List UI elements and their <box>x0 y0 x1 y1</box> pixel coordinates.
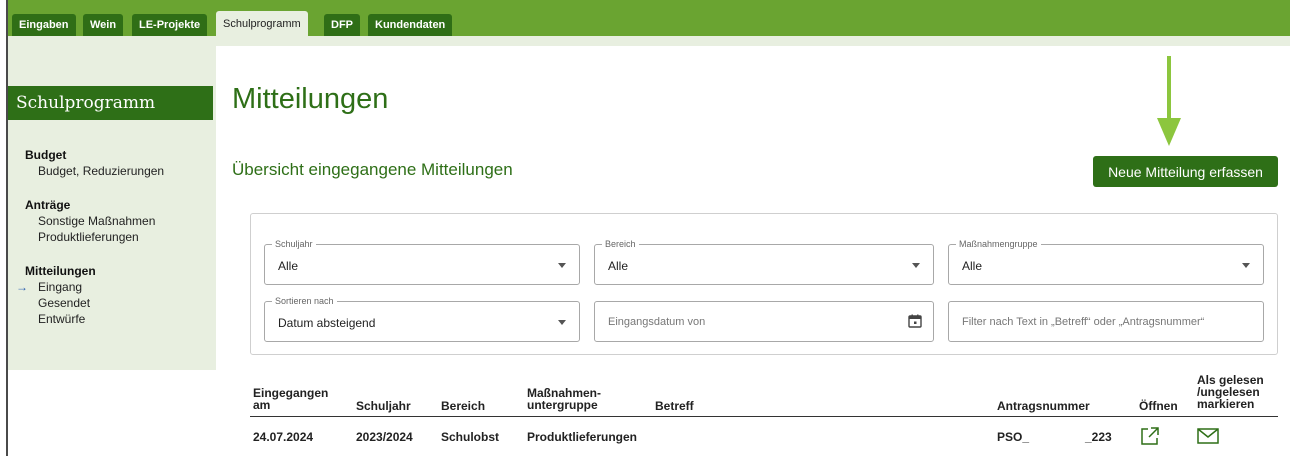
page-title: Mitteilungen <box>232 83 389 115</box>
column-header-gelesen: Als gelesen /ungelesen markieren <box>1197 374 1264 410</box>
bereich-select[interactable]: Bereich Alle <box>594 238 934 285</box>
current-page-arrow-icon: → <box>16 280 28 294</box>
cell-massnahmenuntergruppe: Produktlieferungen <box>527 430 638 444</box>
external-link-icon[interactable] <box>1140 426 1160 446</box>
calendar-icon[interactable] <box>908 314 922 328</box>
sidebar-section-mitteilungen: Mitteilungen <box>25 264 96 278</box>
tab-kundendaten[interactable]: Kundendaten <box>368 14 453 36</box>
chevron-down-icon <box>912 263 920 268</box>
cell-antragsnummer-suffix: _223 <box>1085 430 1112 444</box>
column-header-betreff[interactable]: Betreff <box>655 400 694 412</box>
sidebar-item-eingang[interactable]: → Eingang <box>16 280 83 294</box>
massnahmengruppe-value: Alle <box>962 259 983 273</box>
cell-schuljahr: 2023/2024 <box>356 430 413 444</box>
section-subtitle: Übersicht eingegangene Mitteilungen <box>232 160 513 179</box>
header-line: untergruppe <box>527 398 598 412</box>
sidebar-item-budget-reduzierungen[interactable]: Budget, Reduzierungen <box>38 164 164 178</box>
sidebar-item-sonstige-massnahmen[interactable]: Sonstige Maßnahmen <box>38 214 155 228</box>
sidebar-title: Schulprogramm <box>8 86 213 120</box>
green-down-arrow-icon <box>1157 56 1181 146</box>
schuljahr-select[interactable]: Schuljahr Alle <box>264 238 580 285</box>
chevron-down-icon <box>558 263 566 268</box>
header-line: am <box>253 398 271 412</box>
cell-eingegangen: 24.07.2024 <box>253 430 314 444</box>
tab-dfp[interactable]: DFP <box>324 14 360 36</box>
tab-le-projekte[interactable]: LE-Projekte <box>132 14 208 36</box>
column-header-antragsnummer[interactable]: Antragsnummer <box>997 400 1090 412</box>
column-header-eingegangen[interactable]: Eingegangen am <box>253 387 328 411</box>
column-header-schuljahr[interactable]: Schuljahr <box>356 400 411 412</box>
text-filter-input[interactable]: Filter nach Text in „Betreff“ oder „Antr… <box>948 301 1264 342</box>
bereich-value: Alle <box>608 259 629 273</box>
cell-bereich: Schulobst <box>441 430 500 444</box>
sub-navigation-bar <box>8 36 1290 46</box>
sidebar: Schulprogramm Budget Budget, Reduzierung… <box>8 46 216 370</box>
header-line: markieren <box>1197 397 1255 411</box>
tab-wein[interactable]: Wein <box>83 14 124 36</box>
tab-eingaben[interactable]: Eingaben <box>12 14 76 36</box>
massnahmengruppe-label: Maßnahmengruppe <box>956 238 1041 250</box>
tab-schulprogramm[interactable]: Schulprogramm <box>216 11 308 36</box>
chevron-down-icon <box>558 320 566 325</box>
column-header-massnahmenuntergruppe[interactable]: Maßnahmen- untergruppe <box>527 387 601 411</box>
chevron-down-icon <box>1242 263 1250 268</box>
sidebar-item-entwuerfe[interactable]: Entwürfe <box>38 312 85 326</box>
sidebar-item-gesendet[interactable]: Gesendet <box>38 296 90 310</box>
sortieren-value: Datum absteigend <box>278 316 376 330</box>
sidebar-item-produktlieferungen[interactable]: Produktlieferungen <box>38 230 139 244</box>
text-filter-placeholder: Filter nach Text in „Betreff“ oder „Antr… <box>962 316 1205 328</box>
column-header-bereich[interactable]: Bereich <box>441 400 485 412</box>
new-message-button[interactable]: Neue Mitteilung erfassen <box>1093 156 1278 187</box>
sortieren-select[interactable]: Sortieren nach Datum absteigend <box>264 295 580 342</box>
sidebar-section-budget: Budget <box>25 148 67 162</box>
eingangsdatum-placeholder: Eingangsdatum von <box>608 316 706 328</box>
bereich-label: Bereich <box>602 238 639 250</box>
eingangsdatum-input[interactable]: Eingangsdatum von <box>594 301 934 342</box>
schuljahr-value: Alle <box>278 259 299 273</box>
cell-antragsnummer-prefix: PSO_ <box>997 430 1030 444</box>
filter-panel: Schuljahr Alle Bereich Alle Maßnahmengru… <box>250 213 1278 355</box>
sortieren-label: Sortieren nach <box>272 295 337 307</box>
schuljahr-label: Schuljahr <box>272 238 316 250</box>
table-header-divider <box>250 416 1278 417</box>
massnahmengruppe-select[interactable]: Maßnahmengruppe Alle <box>948 238 1264 285</box>
sidebar-item-label: Eingang <box>38 280 83 294</box>
column-header-oeffnen: Öffnen <box>1139 399 1178 413</box>
top-navigation-bar: Eingaben Wein LE-Projekte Schulprogramm … <box>8 0 1290 36</box>
envelope-icon[interactable] <box>1197 428 1219 444</box>
sidebar-section-antraege: Anträge <box>25 198 71 212</box>
